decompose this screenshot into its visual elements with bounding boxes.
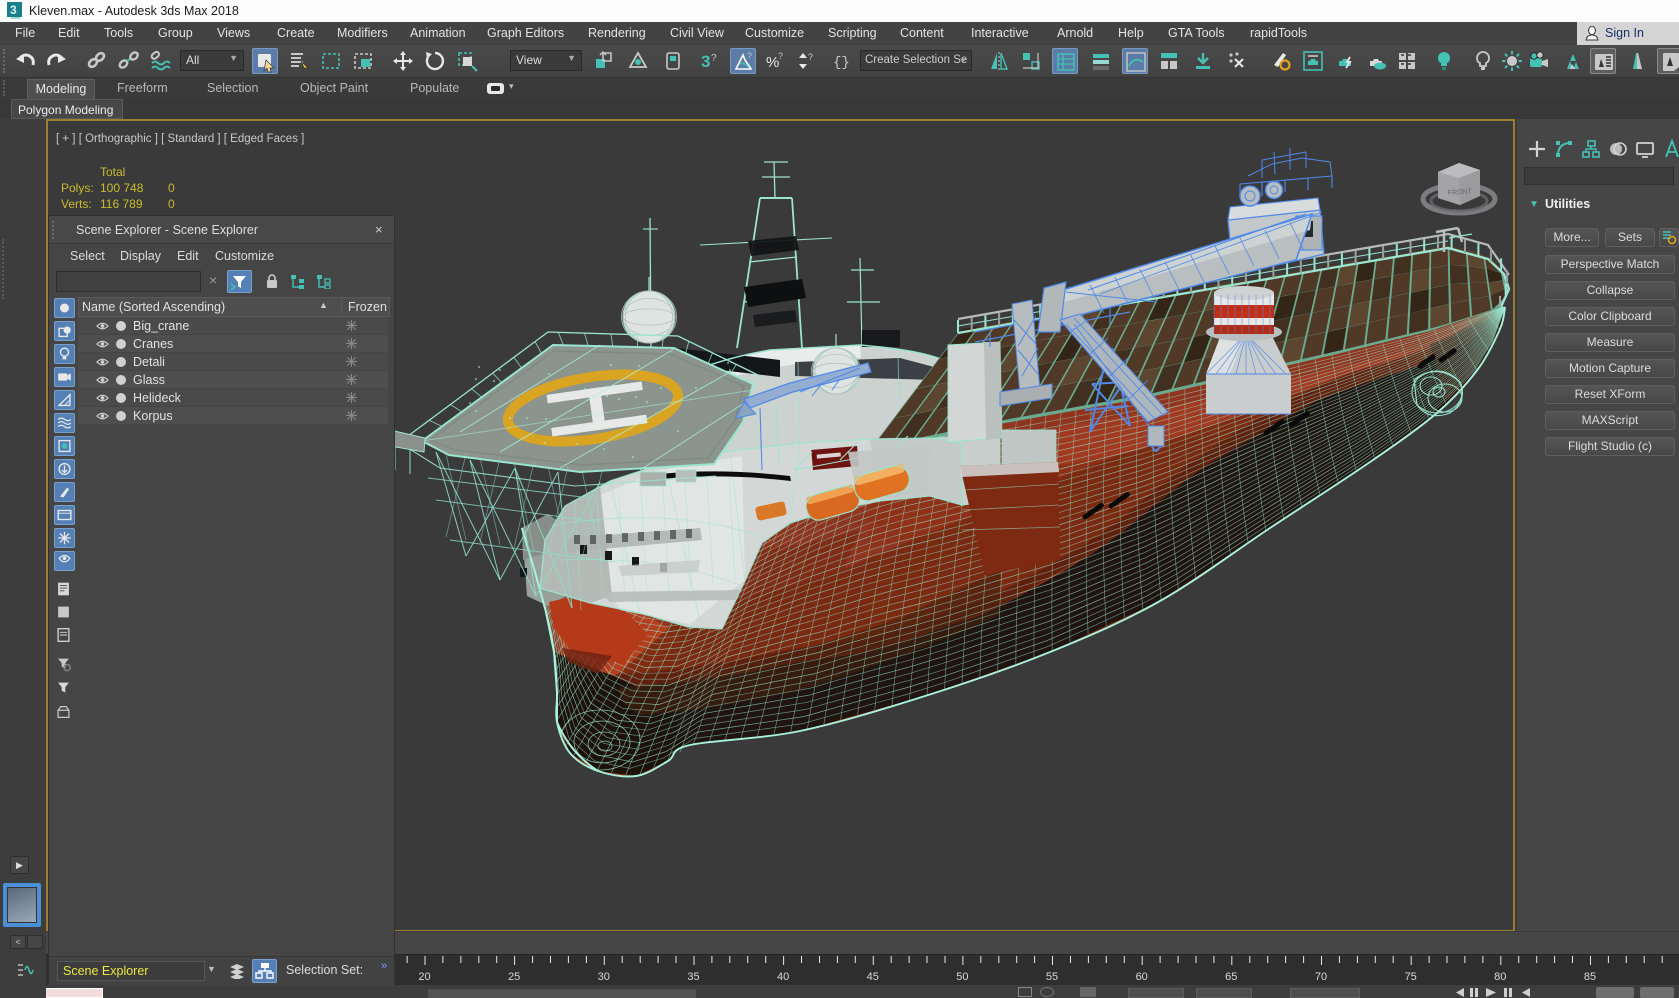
svg-text:20: 20 (418, 971, 430, 983)
svg-text:55: 55 (1046, 971, 1058, 983)
svg-text:3: 3 (701, 52, 710, 71)
svg-text:65: 65 (1225, 971, 1237, 983)
svg-text:30: 30 (598, 971, 610, 983)
svg-text:70: 70 (1315, 971, 1327, 983)
svg-text:40: 40 (777, 971, 789, 983)
svg-text:?: ? (778, 51, 783, 61)
svg-text:80: 80 (1494, 971, 1506, 983)
svg-text:75: 75 (1405, 971, 1417, 983)
svg-text:25: 25 (508, 971, 520, 983)
svg-text:35: 35 (687, 971, 699, 983)
svg-text:3: 3 (10, 3, 17, 17)
svg-text:45: 45 (867, 971, 879, 983)
svg-text:?: ? (711, 53, 717, 64)
svg-text:85: 85 (1584, 971, 1596, 983)
svg-text:?: ? (808, 52, 813, 62)
svg-text:50: 50 (956, 971, 968, 983)
svg-text:60: 60 (1136, 971, 1148, 983)
svg-text:{}: {} (833, 55, 850, 71)
svg-text:?: ? (747, 51, 752, 61)
